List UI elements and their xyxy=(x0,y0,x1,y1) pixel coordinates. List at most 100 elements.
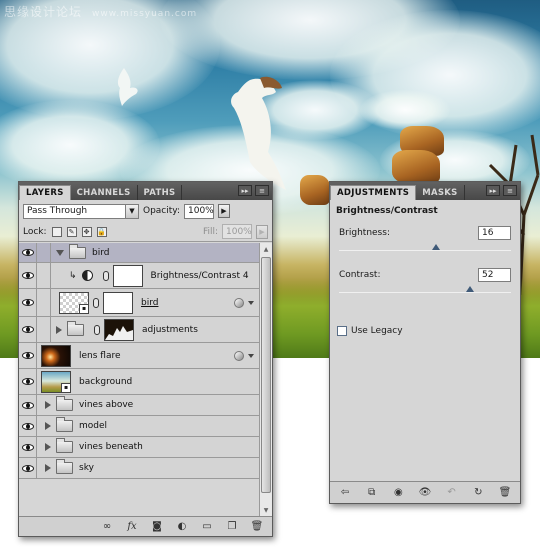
new-layer-icon[interactable]: ❐ xyxy=(225,521,239,532)
layer-row-bird[interactable]: ▪ bird xyxy=(19,289,260,317)
layer-mask-thumbnail[interactable] xyxy=(112,264,143,287)
tab-paths[interactable]: PATHS xyxy=(138,185,183,200)
adjustments-bottom-toolbar: ⇦ ⧉ ◉ 👁 ↶ ↻ 🗑 xyxy=(330,481,520,503)
eye-icon[interactable] xyxy=(21,401,34,409)
layer-row-model[interactable]: model xyxy=(19,416,260,437)
smart-object-icon: ▪ xyxy=(61,382,71,393)
lock-pixels-icon[interactable]: ✎ xyxy=(66,226,77,237)
layer-row-lens-flare[interactable]: lens flare xyxy=(19,343,260,369)
eye-icon[interactable] xyxy=(21,352,34,359)
link-icon[interactable] xyxy=(93,297,99,308)
tab-channels[interactable]: CHANNELS xyxy=(71,185,138,200)
layer-row-sky[interactable]: sky xyxy=(19,458,260,479)
eye-icon[interactable] xyxy=(21,326,34,333)
fill-field[interactable]: 100% xyxy=(222,224,252,239)
contrast-slider-track[interactable] xyxy=(339,292,511,293)
trash-icon[interactable]: 🗑 xyxy=(250,521,264,532)
link-icon[interactable] xyxy=(94,324,100,335)
smart-object-icon: ▪ xyxy=(79,303,89,314)
use-legacy-option[interactable]: Use Legacy xyxy=(337,326,403,336)
view-previous-icon[interactable]: ◉ xyxy=(391,487,405,498)
expand-triangle-icon[interactable] xyxy=(45,401,51,409)
expand-effects-icon[interactable] xyxy=(248,353,254,358)
layer-row-background[interactable]: ▪ background xyxy=(19,369,260,395)
lock-all-icon[interactable]: 🔒 xyxy=(96,226,107,237)
eye-icon[interactable] xyxy=(21,249,34,256)
brightness-input[interactable]: 16 xyxy=(478,226,511,240)
brightness-slider-track[interactable] xyxy=(339,250,511,251)
back-arrow-icon[interactable]: ⇦ xyxy=(338,487,352,498)
folder-icon xyxy=(56,396,73,411)
scrollbar-thumb[interactable] xyxy=(261,257,271,493)
layer-row-adjustments[interactable]: adjustments xyxy=(19,317,260,343)
tab-masks[interactable]: MASKS xyxy=(416,185,465,200)
contrast-input[interactable]: 52 xyxy=(478,268,511,282)
new-adjustment-icon[interactable]: ◐ xyxy=(175,521,189,532)
layer-mask-thumbnail[interactable] xyxy=(103,291,133,314)
layer-thumbnail[interactable] xyxy=(41,344,71,367)
layer-row-vines-beneath[interactable]: vines beneath xyxy=(19,437,260,458)
collapse-panel-icon[interactable]: ▸▸ xyxy=(486,185,500,196)
visibility-eye-icon[interactable]: 👁 xyxy=(418,487,432,498)
layer-row-bird-group[interactable]: bird xyxy=(19,243,260,263)
contrast-label: Contrast: xyxy=(339,270,381,280)
collapse-panel-icon[interactable]: ▸▸ xyxy=(238,185,252,196)
eye-icon[interactable] xyxy=(21,443,34,451)
opacity-label: Opacity: xyxy=(143,206,180,216)
lock-position-icon[interactable]: ✥ xyxy=(81,226,92,237)
brightness-slider-block: Brightness: 16 xyxy=(330,222,520,256)
link-icon[interactable] xyxy=(102,270,109,281)
fx-icon[interactable]: fx xyxy=(125,521,139,532)
tab-layers[interactable]: LAYERS xyxy=(19,185,71,200)
tab-adjustments[interactable]: ADJUSTMENTS xyxy=(330,185,417,200)
expand-triangle-icon[interactable] xyxy=(56,249,64,256)
contrast-slider-knob[interactable] xyxy=(465,286,474,292)
layer-style-icon[interactable] xyxy=(234,350,244,361)
layer-row-brightness-contrast[interactable]: ↳ Brightness/Contrast 4 xyxy=(19,263,260,289)
trash-icon[interactable]: 🗑 xyxy=(498,487,512,498)
opacity-slider-button[interactable]: ▶ xyxy=(218,204,230,218)
add-mask-icon[interactable]: ◙ xyxy=(150,521,164,532)
layers-tabbar: LAYERS CHANNELS PATHS ▸▸ ≡ xyxy=(19,182,272,200)
new-group-icon[interactable]: ▭ xyxy=(200,521,214,532)
expand-effects-icon[interactable] xyxy=(248,300,254,305)
clip-to-layer-icon[interactable]: ⧉ xyxy=(365,487,379,498)
eye-icon[interactable] xyxy=(21,299,34,306)
brightness-slider-knob[interactable] xyxy=(432,244,441,250)
eye-icon[interactable] xyxy=(21,378,34,385)
expand-triangle-icon[interactable] xyxy=(45,443,51,451)
use-legacy-checkbox[interactable] xyxy=(337,326,347,336)
expand-triangle-icon[interactable] xyxy=(45,422,51,430)
layer-thumbnail[interactable]: ▪ xyxy=(59,291,89,314)
lock-transparency-icon[interactable] xyxy=(51,226,62,237)
panel-menu-icon[interactable]: ≡ xyxy=(255,185,269,196)
use-legacy-label: Use Legacy xyxy=(351,326,403,336)
layer-style-icon[interactable] xyxy=(234,297,244,308)
expand-triangle-icon[interactable] xyxy=(45,464,51,472)
layer-thumbnail[interactable]: ▪ xyxy=(41,370,71,393)
reset-icon[interactable]: ↶ xyxy=(445,487,459,498)
link-layers-icon[interactable]: ∞ xyxy=(100,521,114,532)
folder-icon xyxy=(67,320,84,336)
refresh-icon[interactable]: ↻ xyxy=(471,487,485,498)
scroll-down-icon[interactable]: ▼ xyxy=(260,504,272,516)
model-figure xyxy=(231,76,286,190)
watermark: 思缘设计论坛 www.missyuan.com xyxy=(4,5,198,19)
expand-triangle-icon[interactable] xyxy=(56,325,62,334)
group-mask-thumbnail[interactable] xyxy=(104,318,134,341)
fill-slider-button[interactable]: ▶ xyxy=(256,224,268,239)
panel-menu-icon[interactable]: ≡ xyxy=(503,185,517,196)
clip-arrow-icon: ↳ xyxy=(69,270,77,281)
eye-icon[interactable] xyxy=(21,272,34,279)
eye-icon[interactable] xyxy=(21,464,34,472)
layers-bottom-toolbar: ∞ fx ◙ ◐ ▭ ❐ 🗑 xyxy=(19,516,272,536)
layer-name: vines beneath xyxy=(79,442,143,452)
opacity-field[interactable]: 100% xyxy=(184,203,214,219)
blend-mode-select[interactable]: Pass Through ▼ xyxy=(23,203,139,219)
layers-panel: LAYERS CHANNELS PATHS ▸▸ ≡ Pass Through … xyxy=(18,181,273,537)
layers-scrollbar[interactable]: ▲ ▼ xyxy=(259,243,272,516)
eye-icon[interactable] xyxy=(21,422,34,430)
layer-row-vines-above[interactable]: vines above xyxy=(19,395,260,416)
scroll-up-icon[interactable]: ▲ xyxy=(260,243,272,255)
folder-icon xyxy=(69,243,86,259)
